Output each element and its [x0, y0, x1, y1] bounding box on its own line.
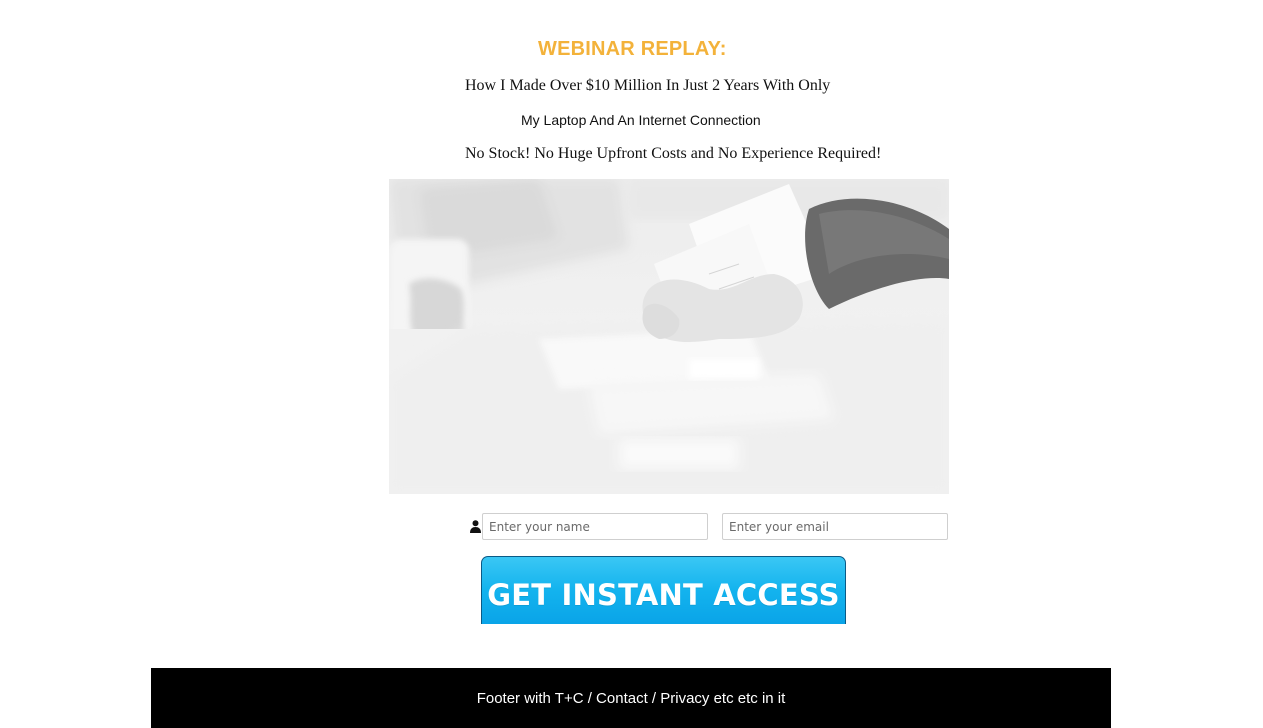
promise-line-3: No Stock! No Huge Upfront Costs and No E… [465, 145, 882, 162]
footer: Footer with T+C / Contact / Privacy etc … [151, 668, 1111, 728]
person-icon [470, 520, 481, 533]
page-headline: WEBINAR REPLAY: [538, 38, 727, 60]
get-instant-access-button[interactable]: GET INSTANT ACCESS [481, 556, 846, 624]
hero-photo-illustration [389, 179, 949, 494]
promise-line-1: How I Made Over $10 Million In Just 2 Ye… [465, 77, 831, 94]
name-input[interactable] [482, 513, 708, 540]
get-instant-access-label: GET INSTANT ACCESS [487, 577, 840, 612]
hero-image [389, 179, 949, 494]
promise-line-2: My Laptop And An Internet Connection [521, 112, 761, 128]
webinar-landing-page: WEBINAR REPLAY: How I Made Over $10 Mill… [0, 0, 1263, 728]
email-input[interactable] [722, 513, 948, 540]
footer-text: Footer with T+C / Contact / Privacy etc … [476, 689, 786, 707]
